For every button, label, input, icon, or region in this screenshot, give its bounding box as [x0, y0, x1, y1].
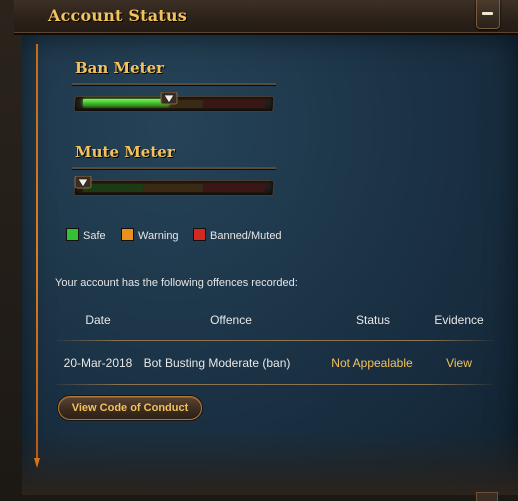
column-header-status: Status [355, 313, 391, 327]
legend-swatch-safe [66, 228, 79, 241]
legend-item-banned: Banned/Muted [193, 228, 282, 242]
mute-meter [68, 176, 280, 198]
ban-meter-marker-icon [160, 92, 178, 105]
legend-item-warning: Warning [121, 228, 179, 242]
column-header-evidence: Evidence [434, 313, 484, 327]
mute-meter-banned-zone [202, 184, 266, 192]
mute-meter-rule [72, 167, 276, 170]
cell-status: Not Appealable [331, 356, 413, 370]
panel-bottom-texture [22, 430, 518, 495]
window-title: Account Status [48, 6, 187, 25]
legend-swatch-banned [193, 228, 206, 241]
ban-meter-rule [72, 83, 276, 86]
column-header-date: Date [85, 313, 111, 327]
column-header-offence: Offence [210, 313, 252, 327]
ban-meter-banned-zone [202, 100, 266, 108]
decorative-line-tip [34, 458, 40, 468]
collapse-button[interactable] [476, 0, 500, 29]
legend-label-banned: Banned/Muted [210, 230, 282, 242]
ban-meter-title: Ban Meter [75, 59, 165, 77]
legend-swatch-warning [121, 228, 134, 241]
legend-item-safe: Safe [66, 228, 106, 242]
header-divider [55, 340, 493, 341]
mute-meter-warning-zone [142, 184, 204, 192]
mute-meter-marker-icon [74, 176, 92, 189]
view-evidence-link[interactable]: View [446, 356, 472, 370]
cell-date: 20-Mar-2018 [63, 356, 133, 370]
offences-intro-text: Your account has the following offences … [55, 277, 298, 289]
cell-offence: Bot Busting Moderate (ban) [143, 356, 291, 370]
view-code-of-conduct-button[interactable]: View Code of Conduct [58, 396, 202, 420]
row-divider [55, 384, 493, 385]
legend-label-safe: Safe [83, 230, 106, 242]
window-header: Account Status [14, 0, 518, 35]
mute-meter-track [73, 180, 275, 196]
ban-meter [68, 92, 280, 114]
ban-meter-fill [83, 99, 169, 106]
legend-label-warning: Warning [138, 230, 179, 242]
mute-meter-title: Mute Meter [75, 143, 175, 161]
decorative-side-line [36, 44, 38, 462]
minus-icon [482, 12, 493, 15]
